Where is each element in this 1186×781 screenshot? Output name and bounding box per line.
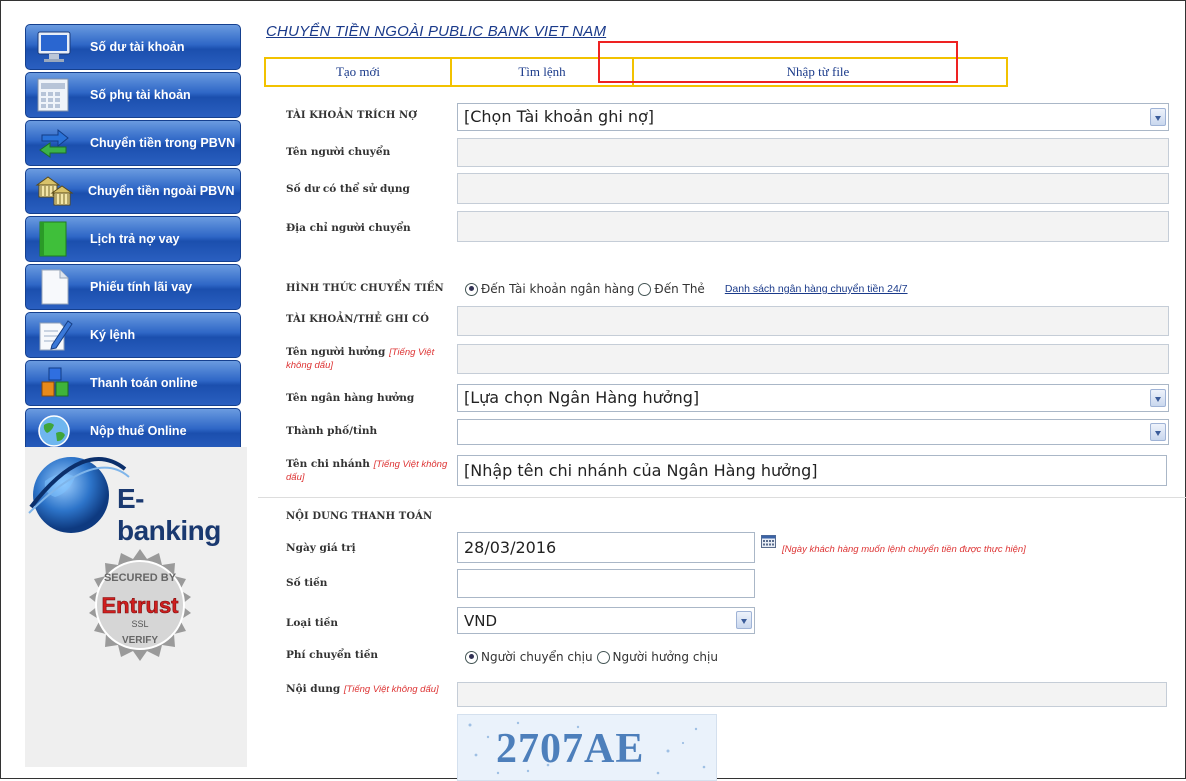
radio-sender-pays[interactable] bbox=[465, 650, 478, 664]
city-label: Thành phố/tỉnh bbox=[286, 425, 378, 437]
globe-icon bbox=[38, 415, 70, 447]
tab-search-order[interactable]: Tìm lệnh bbox=[452, 59, 632, 85]
radio-label: Người chuyển chịu bbox=[481, 650, 593, 664]
green-book-icon bbox=[39, 221, 67, 257]
payment-content-field[interactable] bbox=[457, 682, 1167, 707]
branch-label-text: Tên chi nhánh bbox=[286, 458, 370, 470]
bank-list-link[interactable]: Danh sách ngân hàng chuyển tiền 24/7 bbox=[725, 283, 908, 295]
value-date-field[interactable]: 28/03/2016 bbox=[457, 532, 755, 563]
sender-address-field[interactable] bbox=[457, 211, 1169, 242]
sidebar-item-label: Số dư tài khoản bbox=[90, 40, 185, 54]
no-diacritics-hint: [Tiếng Việt không dấu] bbox=[343, 684, 439, 695]
entrust-ssl-seal: SECURED BY Entrust SSL VERIFY bbox=[89, 549, 191, 661]
debit-account-label: TÀI KHOẢN TRÍCH NỢ bbox=[286, 110, 418, 121]
debit-account-value: [Chọn Tài khoản ghi nợ] bbox=[464, 107, 655, 126]
radio-to-bank-account[interactable] bbox=[465, 282, 478, 296]
value-date-label: Ngày giá trị bbox=[286, 542, 356, 554]
sidebar-item-loan-schedule[interactable]: Lịch trả nợ vay bbox=[25, 216, 241, 262]
content-label: Nội dung [Tiếng Việt không dấu] bbox=[286, 683, 456, 696]
available-balance-field[interactable] bbox=[457, 173, 1169, 204]
beneficiary-bank-select[interactable]: [Lựa chọn Ngân Hàng hưởng] bbox=[457, 384, 1169, 412]
transfer-arrows-icon bbox=[39, 128, 69, 158]
sidebar-item-label: Thanh toán online bbox=[90, 376, 198, 390]
tab-import-file[interactable]: Nhập từ file bbox=[634, 59, 1002, 85]
available-balance-label: Số dư có thể sử dụng bbox=[286, 183, 410, 195]
tab-create-new[interactable]: Tạo mới bbox=[266, 59, 450, 85]
svg-text:VERIFY: VERIFY bbox=[122, 635, 158, 646]
fee-radio-group: Người chuyển chịu Người hưởng chịu bbox=[465, 650, 718, 664]
content-label-text: Nội dung bbox=[286, 683, 341, 695]
beneficiary-name-label: Tên người hưởng [Tiếng Việt không dấu] bbox=[286, 346, 456, 372]
sidebar-item-interest-slip[interactable]: Phiếu tính lãi vay bbox=[25, 264, 241, 310]
sidebar-item-label: Chuyển tiền trong PBVN bbox=[90, 136, 236, 150]
currency-select[interactable]: VND bbox=[457, 607, 755, 634]
credit-account-field[interactable] bbox=[457, 306, 1169, 336]
value-date-hint: [Ngày khách hàng muốn lệnh chuyển tiền đ… bbox=[782, 544, 1026, 555]
sidebar-item-account-balance[interactable]: Số dư tài khoản bbox=[25, 24, 241, 70]
chevron-down-icon bbox=[1150, 423, 1166, 441]
pen-sign-icon bbox=[39, 320, 73, 351]
chevron-down-icon bbox=[1150, 389, 1166, 407]
fee-label: Phí chuyển tiền bbox=[286, 649, 379, 661]
radio-to-card[interactable] bbox=[638, 282, 652, 296]
sidebar-item-online-payment[interactable]: Thanh toán online bbox=[25, 360, 241, 406]
radio-label: Người hưởng chịu bbox=[612, 650, 718, 664]
sender-name-field[interactable] bbox=[457, 138, 1169, 167]
monitor-icon bbox=[37, 31, 71, 62]
currency-label: Loại tiền bbox=[286, 617, 338, 629]
chevron-down-icon bbox=[1150, 108, 1166, 126]
debit-account-select[interactable]: [Chọn Tài khoản ghi nợ] bbox=[457, 103, 1169, 131]
chevron-down-icon bbox=[736, 611, 752, 629]
city-select[interactable] bbox=[457, 419, 1169, 445]
captcha-text: 2707AE bbox=[496, 726, 645, 772]
transfer-type-label: HÌNH THỨC CHUYỂN TIỀN bbox=[286, 283, 444, 294]
svg-text:Entrust: Entrust bbox=[102, 593, 180, 618]
amount-label: Số tiền bbox=[286, 577, 328, 589]
beneficiary-bank-label: Tên ngân hàng hưởng bbox=[286, 392, 415, 404]
sidebar-item-label: Ký lệnh bbox=[90, 328, 136, 342]
sender-name-label: Tên người chuyển bbox=[286, 146, 391, 158]
sidebar-item-external-transfer[interactable]: Chuyển tiền ngoài PBVN bbox=[25, 168, 241, 214]
beneficiary-bank-value: [Lựa chọn Ngân Hàng hưởng] bbox=[464, 388, 700, 407]
sidebar-item-label: Lịch trả nợ vay bbox=[90, 232, 180, 246]
ebanking-logo-text: E-banking bbox=[117, 483, 221, 546]
beneficiary-name-label-text: Tên người hưởng bbox=[286, 346, 386, 358]
calculator-icon bbox=[37, 78, 69, 112]
sidebar-item-label: Phiếu tính lãi vay bbox=[90, 280, 193, 294]
beneficiary-name-field[interactable] bbox=[457, 344, 1169, 374]
page-title: CHUYỂN TIỀN NGOÀI PUBLIC BANK VIET NAM bbox=[266, 23, 607, 40]
branch-label: Tên chi nhánh [Tiếng Việt không dấu] bbox=[286, 458, 456, 484]
payment-section-label: NỘI DUNG THANH TOÁN bbox=[286, 511, 433, 522]
bank-building-icon bbox=[35, 176, 74, 206]
sidebar-item-label: Số phụ tài khoản bbox=[90, 88, 191, 102]
tab-bar: Tạo mới Tìm lệnh Nhập từ file bbox=[264, 57, 1008, 87]
svg-text:SECURED BY: SECURED BY bbox=[104, 572, 177, 584]
radio-label: Đến Thẻ bbox=[654, 282, 705, 296]
captcha-image: 2707AE bbox=[457, 714, 717, 781]
svg-text:SSL: SSL bbox=[131, 619, 148, 629]
amount-field[interactable] bbox=[457, 569, 755, 598]
sidebar-item-sign-order[interactable]: Ký lệnh bbox=[25, 312, 241, 358]
sidebar-menu: Số dư tài khoản Số phụ tài khoản Chuyển … bbox=[25, 24, 241, 456]
sender-address-label: Địa chỉ người chuyển bbox=[286, 222, 411, 234]
cubes-icon bbox=[41, 367, 69, 397]
logo-panel: E-banking SECURED BY Entrust SSL VERIFY bbox=[25, 447, 247, 767]
calendar-icon[interactable] bbox=[761, 535, 776, 548]
document-icon bbox=[41, 269, 69, 305]
transfer-type-radio-group: Đến Tài khoản ngân hàng Đến Thẻ Danh sác… bbox=[465, 282, 908, 296]
sidebar-item-internal-transfer[interactable]: Chuyển tiền trong PBVN bbox=[25, 120, 241, 166]
sidebar-item-label: Chuyển tiền ngoài PBVN bbox=[88, 184, 235, 198]
section-divider bbox=[258, 497, 1186, 498]
sidebar-item-account-statement[interactable]: Số phụ tài khoản bbox=[25, 72, 241, 118]
branch-name-field[interactable]: [Nhập tên chi nhánh của Ngân Hàng hưởng] bbox=[457, 455, 1167, 486]
radio-label: Đến Tài khoản ngân hàng bbox=[481, 282, 635, 296]
credit-account-label: TÀI KHOẢN/THẺ GHI CÓ bbox=[286, 314, 430, 325]
currency-value: VND bbox=[464, 612, 498, 630]
radio-beneficiary-pays[interactable] bbox=[596, 650, 610, 664]
